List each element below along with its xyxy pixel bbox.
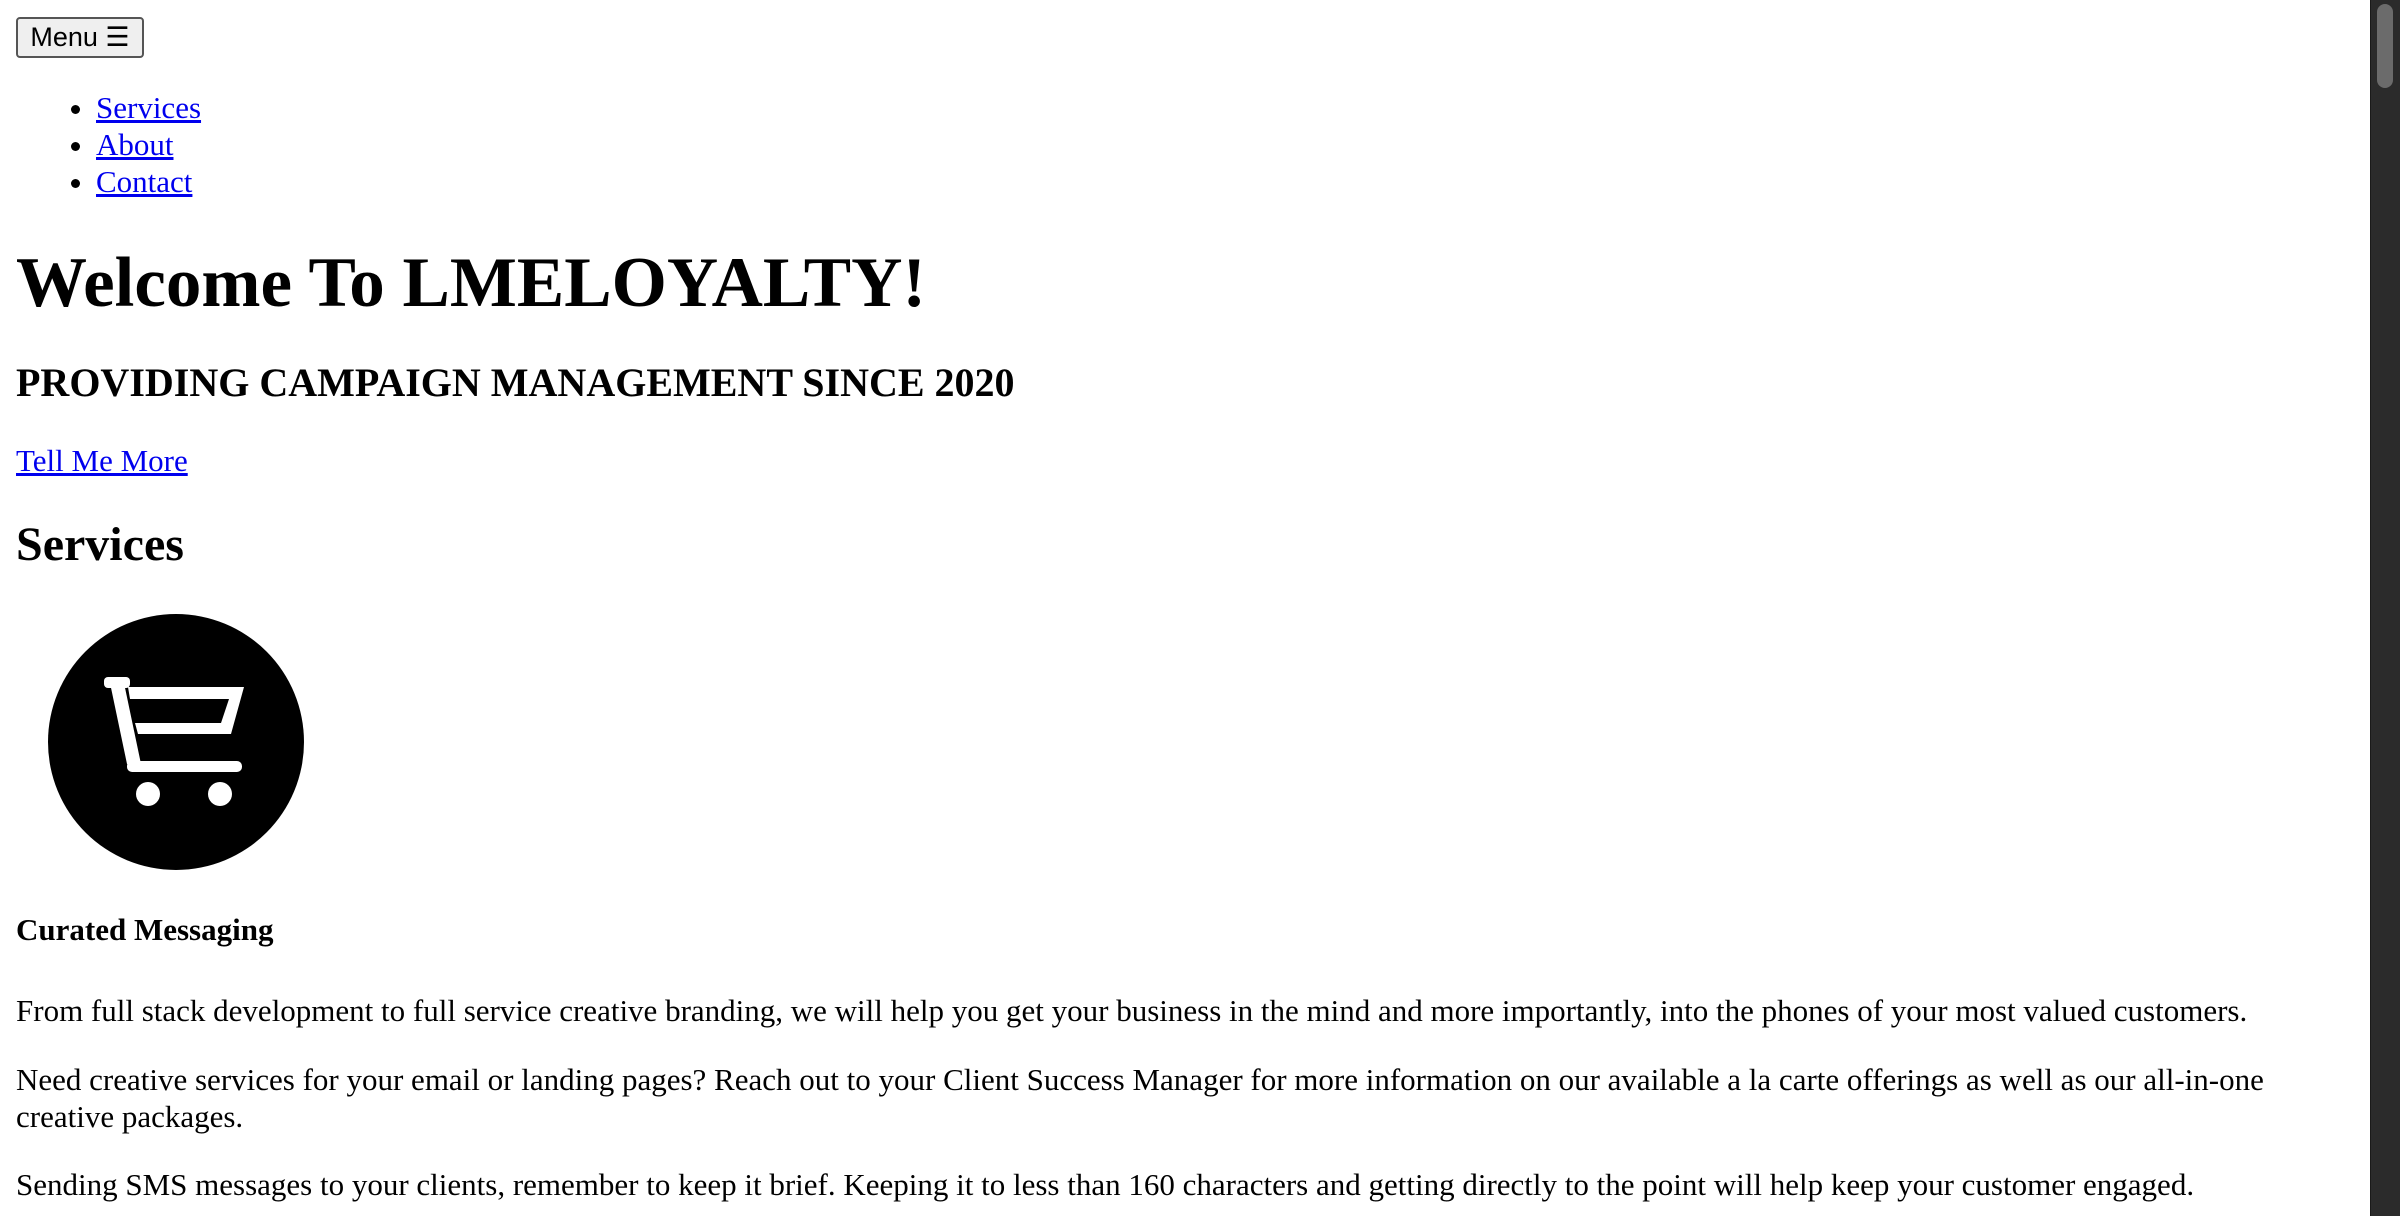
service-paragraph-1: From full stack development to full serv… bbox=[16, 993, 2248, 1028]
shopping-cart-icon bbox=[48, 614, 304, 870]
nav-link-about[interactable]: About bbox=[96, 127, 174, 162]
nav-item-contact: Contact bbox=[96, 163, 201, 200]
page: Menu ☰ Services About Contact Welcome To… bbox=[0, 0, 2370, 1216]
nav-item-about: About bbox=[96, 126, 201, 163]
scrollbar-thumb[interactable] bbox=[2377, 4, 2393, 88]
nav-link-services[interactable]: Services bbox=[96, 90, 201, 125]
vertical-scrollbar[interactable] bbox=[2370, 0, 2400, 1216]
tell-me-more-link[interactable]: Tell Me More bbox=[16, 441, 188, 481]
menu-button[interactable]: Menu ☰ bbox=[16, 17, 144, 58]
hero-title: Welcome To LMELOYALTY! bbox=[16, 244, 926, 322]
service-title: Curated Messaging bbox=[16, 912, 274, 947]
service-paragraph-2: Need creative services for your email or… bbox=[16, 1062, 2264, 1134]
nav-list: Services About Contact bbox=[0, 89, 201, 200]
nav-link-contact[interactable]: Contact bbox=[96, 164, 192, 199]
service-paragraph-3: Sending SMS messages to your clients, re… bbox=[16, 1167, 2195, 1202]
nav-item-services: Services bbox=[96, 89, 201, 126]
hero-subtitle: PROVIDING CAMPAIGN MANAGEMENT SINCE 2020 bbox=[16, 360, 1015, 405]
services-heading: Services bbox=[16, 518, 184, 571]
